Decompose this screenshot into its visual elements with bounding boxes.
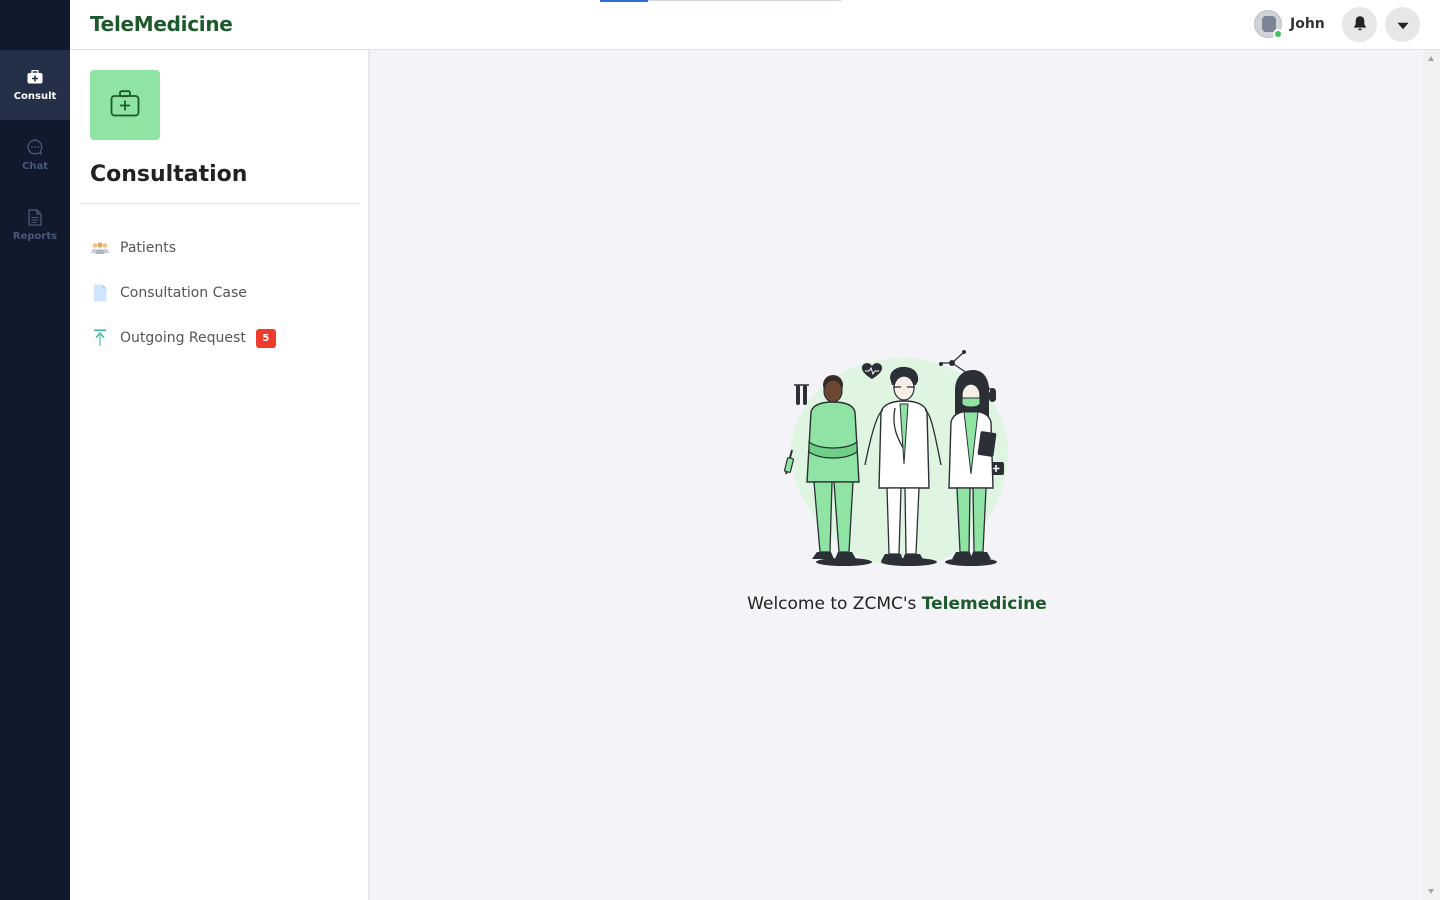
nav-item-consultation-case[interactable]: Consultation Case (90, 278, 247, 308)
count-badge: 5 (255, 328, 276, 348)
user-menu[interactable]: John (1254, 10, 1325, 39)
nav-item-patients[interactable]: Patients (90, 233, 176, 263)
notifications-button[interactable] (1342, 7, 1377, 42)
divider (80, 203, 360, 204)
rail-item-consult[interactable]: Consult (0, 50, 70, 120)
chat-bubble-icon (26, 138, 44, 156)
nav-item-outgoing-request[interactable]: Outgoing Request 5 (90, 323, 276, 353)
rail-item-label: Reports (12, 231, 58, 242)
page-title: Consultation (90, 162, 248, 187)
welcome-prefix: Welcome to ZCMC's (747, 594, 922, 614)
welcome-message: Welcome to ZCMC's Telemedicine (371, 594, 1423, 614)
avatar (1254, 10, 1283, 39)
top-header: TeleMedicine John (70, 0, 1440, 50)
doctors-illustration (784, 350, 1008, 567)
scrollbar[interactable] (1423, 50, 1440, 900)
users-icon (90, 238, 110, 258)
rail-item-label: Consult (13, 91, 57, 102)
bell-icon (1353, 15, 1367, 35)
rail-item-reports[interactable]: Reports (0, 190, 70, 260)
loading-bar (600, 0, 648, 2)
left-rail: Consult Chat Reports (0, 0, 70, 900)
nav-item-label: Outgoing Request (120, 330, 246, 346)
chevron-down-icon (1397, 15, 1409, 34)
scroll-down-icon[interactable] (1428, 889, 1434, 894)
welcome-brand: Telemedicine (921, 594, 1047, 614)
rail-item-label: Chat (22, 161, 48, 172)
medkit-icon (26, 68, 44, 86)
nav-item-label: Patients (120, 240, 177, 256)
consultation-panel: Consultation Patients Consultation Case … (70, 50, 370, 900)
medkit-icon (110, 89, 140, 121)
consultation-tile (90, 70, 160, 140)
main-content: Welcome to ZCMC's Telemedicine (371, 50, 1423, 900)
scroll-up-icon[interactable] (1428, 56, 1434, 61)
document-icon (26, 208, 44, 226)
rail-item-chat[interactable]: Chat (0, 120, 70, 190)
online-status-dot (1273, 29, 1283, 39)
upload-arrow-icon (90, 328, 110, 348)
file-icon (90, 283, 110, 303)
user-name: John (1290, 16, 1325, 32)
account-dropdown-button[interactable] (1385, 7, 1420, 42)
app-brand[interactable]: TeleMedicine (90, 12, 233, 36)
nav-item-label: Consultation Case (120, 285, 247, 301)
